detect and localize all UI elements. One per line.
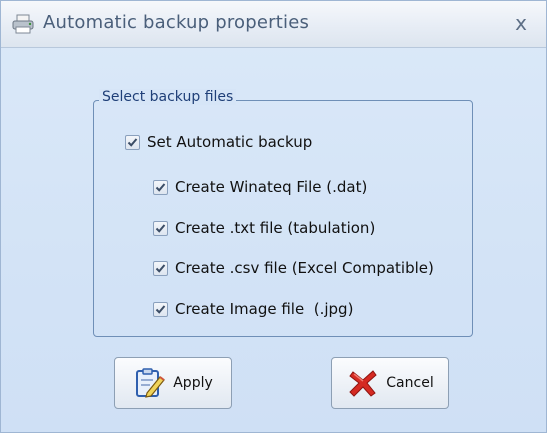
cancel-label: Cancel — [386, 375, 434, 391]
window-title: Automatic backup properties — [43, 12, 310, 33]
apply-button[interactable]: Apply — [114, 357, 232, 409]
auto-backup-checkbox[interactable] — [125, 134, 140, 150]
printer-icon — [11, 13, 37, 35]
auto-backup-label: Set Automatic backup — [147, 133, 313, 151]
image-file-checkbox-row[interactable]: Create Image file (.jpg) — [153, 299, 353, 319]
csv-file-label: Create .csv file (Excel Compatible) — [175, 259, 434, 277]
txt-file-checkbox-row[interactable]: Create .txt file (tabulation) — [153, 218, 375, 238]
winateq-file-checkbox-row[interactable]: Create Winateq File (.dat) — [153, 177, 367, 197]
auto-backup-checkbox-row[interactable]: Set Automatic backup — [125, 132, 312, 152]
apply-label: Apply — [173, 375, 213, 391]
cancel-button[interactable]: Cancel — [331, 357, 449, 409]
csv-file-checkbox-row[interactable]: Create .csv file (Excel Compatible) — [153, 258, 434, 278]
title-bar[interactable]: Automatic backup properties x — [1, 1, 546, 48]
image-file-label: Create Image file (.jpg) — [175, 300, 354, 318]
dialog-window: Automatic backup properties x Select bac… — [0, 0, 547, 433]
clipboard-pen-icon — [133, 366, 167, 400]
close-button[interactable]: x — [508, 10, 534, 36]
winateq-file-checkbox[interactable] — [153, 179, 168, 195]
txt-file-label: Create .txt file (tabulation) — [175, 219, 376, 237]
csv-file-checkbox[interactable] — [153, 260, 168, 276]
image-file-checkbox[interactable] — [153, 301, 168, 317]
groupbox-legend: Select backup files — [99, 89, 237, 105]
txt-file-checkbox[interactable] — [153, 220, 168, 236]
winateq-file-label: Create Winateq File (.dat) — [175, 178, 368, 196]
red-x-icon — [346, 366, 380, 400]
